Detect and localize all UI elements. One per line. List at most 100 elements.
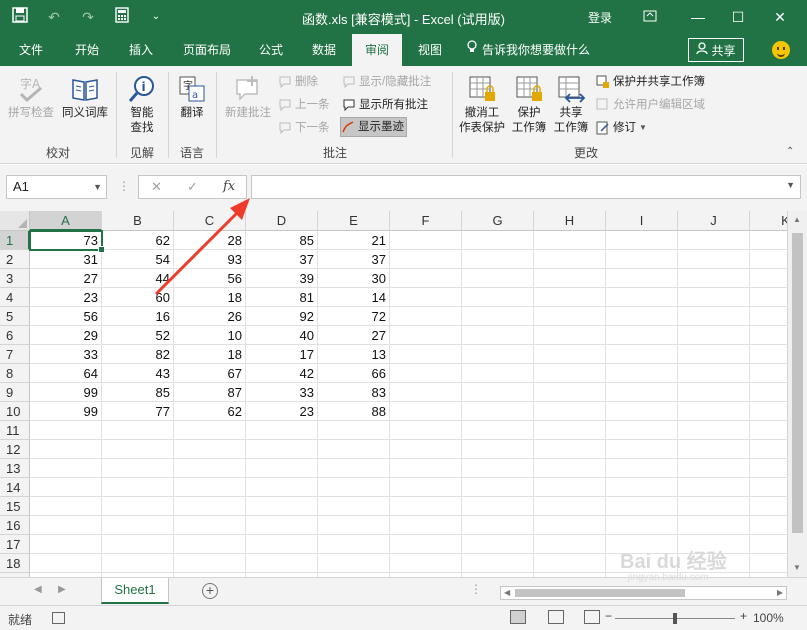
table-cell[interactable] — [390, 497, 462, 516]
select-all-button[interactable] — [0, 211, 30, 231]
table-cell[interactable] — [750, 383, 787, 402]
table-cell[interactable]: 81 — [246, 288, 318, 307]
table-cell[interactable]: 56 — [174, 269, 246, 288]
table-cell[interactable] — [678, 345, 750, 364]
table-cell[interactable] — [30, 497, 102, 516]
table-cell[interactable] — [318, 535, 390, 554]
table-cell[interactable]: 33 — [246, 383, 318, 402]
table-cell[interactable] — [30, 516, 102, 535]
table-cell[interactable] — [606, 478, 678, 497]
table-cell[interactable]: 72 — [318, 307, 390, 326]
table-cell[interactable] — [534, 345, 606, 364]
table-cell[interactable] — [678, 535, 750, 554]
table-cell[interactable] — [606, 421, 678, 440]
table-cell[interactable] — [390, 326, 462, 345]
table-cell[interactable] — [246, 440, 318, 459]
table-cell[interactable]: 77 — [102, 402, 174, 421]
table-cell[interactable]: 73 — [30, 231, 102, 250]
cancel-icon[interactable]: ✕ — [151, 179, 162, 195]
column-header[interactable]: G — [462, 211, 534, 231]
table-cell[interactable] — [462, 250, 534, 269]
row-header[interactable]: 9 — [0, 383, 30, 402]
tab-insert[interactable]: 插入 — [116, 34, 166, 66]
feedback-smiley-icon[interactable] — [772, 41, 790, 59]
table-cell[interactable] — [246, 497, 318, 516]
row-header[interactable]: 7 — [0, 345, 30, 364]
table-cell[interactable] — [678, 421, 750, 440]
table-cell[interactable]: 26 — [174, 307, 246, 326]
table-cell[interactable] — [318, 440, 390, 459]
row-header[interactable]: 4 — [0, 288, 30, 307]
table-cell[interactable] — [102, 516, 174, 535]
table-cell[interactable] — [534, 421, 606, 440]
table-cell[interactable]: 92 — [246, 307, 318, 326]
table-cell[interactable]: 37 — [318, 250, 390, 269]
table-cell[interactable] — [246, 535, 318, 554]
table-cell[interactable]: 42 — [246, 364, 318, 383]
row-header[interactable]: 10 — [0, 402, 30, 421]
column-header[interactable]: C — [174, 211, 246, 231]
table-cell[interactable] — [534, 364, 606, 383]
table-cell[interactable] — [390, 307, 462, 326]
table-cell[interactable] — [102, 421, 174, 440]
table-cell[interactable] — [462, 497, 534, 516]
enter-icon[interactable]: ✓ — [187, 179, 198, 195]
zoom-slider[interactable] — [615, 613, 735, 624]
previous-comment-button[interactable]: 上一条 — [278, 95, 330, 115]
show-hide-comment-button[interactable]: 显示/隐藏批注 — [342, 72, 431, 92]
table-cell[interactable] — [750, 497, 787, 516]
table-cell[interactable] — [534, 459, 606, 478]
table-cell[interactable] — [462, 478, 534, 497]
table-cell[interactable]: 66 — [318, 364, 390, 383]
table-cell[interactable] — [390, 288, 462, 307]
table-cell[interactable] — [606, 269, 678, 288]
table-cell[interactable] — [462, 364, 534, 383]
table-cell[interactable] — [390, 383, 462, 402]
table-cell[interactable] — [606, 516, 678, 535]
row-header[interactable]: 16 — [0, 516, 30, 535]
smart-lookup-button[interactable]: i 智能 查找 — [120, 74, 164, 136]
horizontal-scroll-thumb[interactable] — [515, 589, 685, 597]
table-cell[interactable] — [390, 440, 462, 459]
row-header[interactable]: 8 — [0, 364, 30, 383]
table-cell[interactable] — [606, 554, 678, 573]
protect-workbook-button[interactable]: 保护 工作簿 — [508, 74, 550, 136]
next-sheet-icon[interactable]: ▶ — [58, 584, 66, 595]
insert-function-icon[interactable]: fx — [223, 179, 235, 194]
table-cell[interactable] — [390, 231, 462, 250]
table-cell[interactable] — [534, 497, 606, 516]
tab-view[interactable]: 视图 — [406, 34, 454, 66]
table-cell[interactable] — [174, 478, 246, 497]
table-cell[interactable] — [750, 231, 787, 250]
table-cell[interactable] — [390, 478, 462, 497]
table-cell[interactable]: 27 — [318, 326, 390, 345]
table-cell[interactable] — [750, 421, 787, 440]
column-header[interactable]: H — [534, 211, 606, 231]
table-cell[interactable] — [174, 440, 246, 459]
worksheet-grid[interactable]: A B C D E F G H I J K 1 73 62 28 85 21 2 31 54 93 37 37 3 27 44 56… — [0, 211, 787, 577]
column-header[interactable]: E — [318, 211, 390, 231]
table-cell[interactable]: 83 — [318, 383, 390, 402]
table-cell[interactable] — [390, 459, 462, 478]
table-cell[interactable] — [102, 497, 174, 516]
row-header[interactable]: 15 — [0, 497, 30, 516]
table-cell[interactable]: 44 — [102, 269, 174, 288]
table-cell[interactable] — [750, 250, 787, 269]
table-cell[interactable] — [390, 516, 462, 535]
table-cell[interactable] — [678, 402, 750, 421]
row-header[interactable]: 5 — [0, 307, 30, 326]
table-cell[interactable] — [750, 364, 787, 383]
macro-record-icon[interactable] — [52, 612, 65, 624]
table-cell[interactable]: 40 — [246, 326, 318, 345]
vertical-scrollbar[interactable]: ▲ ▼ — [787, 211, 807, 577]
table-cell[interactable]: 99 — [30, 383, 102, 402]
table-cell[interactable] — [462, 288, 534, 307]
table-cell[interactable] — [678, 326, 750, 345]
table-cell[interactable] — [30, 459, 102, 478]
column-header[interactable]: I — [606, 211, 678, 231]
table-cell[interactable] — [606, 307, 678, 326]
table-cell[interactable] — [246, 554, 318, 573]
vertical-scroll-thumb[interactable] — [792, 233, 803, 533]
table-cell[interactable]: 37 — [246, 250, 318, 269]
row-header[interactable]: 13 — [0, 459, 30, 478]
